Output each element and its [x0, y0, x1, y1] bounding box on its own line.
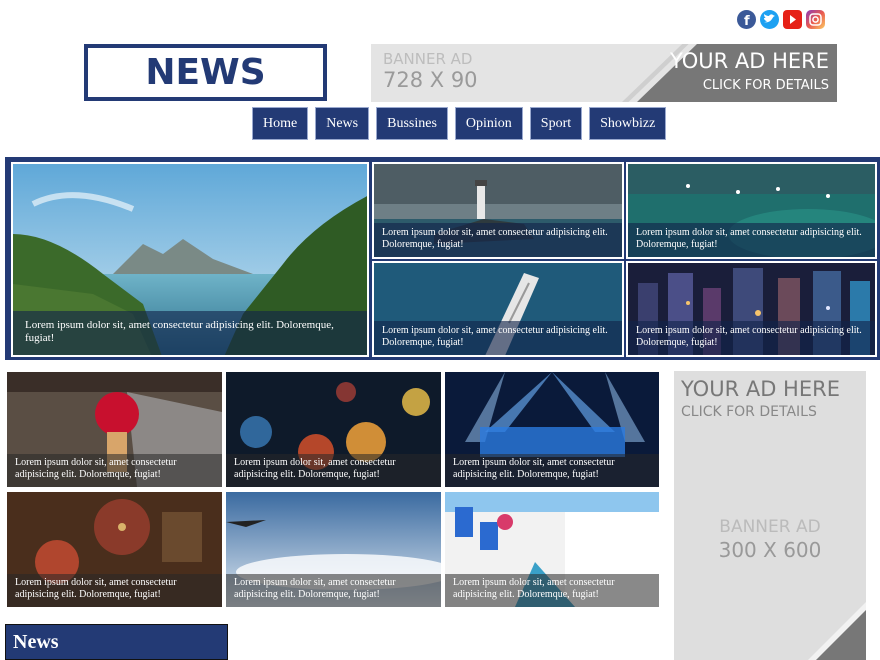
instagram-icon[interactable] — [806, 10, 825, 29]
grid-card-2[interactable]: Lorem ipsum dolor sit, amet consectetur … — [226, 372, 441, 487]
banner-ad-text: YOUR AD HERE — [670, 49, 829, 73]
grid-card-4-caption: Lorem ipsum dolor sit, amet consectetur … — [7, 574, 222, 607]
youtube-icon[interactable] — [783, 10, 802, 29]
grid-card-1-caption: Lorem ipsum dolor sit, amet consectetur … — [7, 454, 222, 487]
hero-story-3-caption: Lorem ipsum dolor sit, amet consectetur … — [374, 321, 622, 355]
grid-card-6[interactable]: Lorem ipsum dolor sit, amet consectetur … — [445, 492, 659, 607]
main-nav: Home News Bussines Opinion Sport Showbiz… — [252, 107, 667, 140]
hero-story-4[interactable]: Lorem ipsum dolor sit, amet consectetur … — [626, 261, 877, 357]
nav-business[interactable]: Bussines — [376, 107, 448, 140]
hero-story-1[interactable]: Lorem ipsum dolor sit, amet consectetur … — [372, 162, 624, 259]
grid-card-5-caption: Lorem ipsum dolor sit, amet consectetur … — [226, 574, 441, 607]
facebook-icon[interactable]: f — [737, 10, 756, 29]
section-title-news: News — [5, 624, 228, 660]
hero-story-4-caption: Lorem ipsum dolor sit, amet consectetur … — [628, 321, 875, 355]
twitter-icon[interactable] — [760, 10, 779, 29]
nav-showbizz[interactable]: Showbizz — [589, 107, 667, 140]
grid-card-3-caption: Lorem ipsum dolor sit, amet consectetur … — [445, 454, 659, 487]
side-ad-label: BANNER AD — [719, 517, 821, 537]
grid-card-3[interactable]: Lorem ipsum dolor sit, amet consectetur … — [445, 372, 659, 487]
grid-card-4[interactable]: Lorem ipsum dolor sit, amet consectetur … — [7, 492, 222, 607]
grid-card-2-caption: Lorem ipsum dolor sit, amet consectetur … — [226, 454, 441, 487]
side-ad-size: 300 X 600 — [718, 538, 822, 562]
side-ad-click: CLICK FOR DETAILS — [681, 404, 817, 420]
site-logo[interactable]: NEWS — [84, 44, 327, 101]
social-links: f — [737, 10, 825, 29]
svg-text:f: f — [744, 14, 750, 29]
hero-story-1-caption: Lorem ipsum dolor sit, amet consectetur … — [374, 223, 622, 257]
side-ad-text: YOUR AD HERE — [681, 377, 840, 401]
hero-story-2-caption: Lorem ipsum dolor sit, amet consectetur … — [628, 223, 875, 257]
side-ad-corner — [816, 610, 866, 660]
grid-card-1[interactable]: Lorem ipsum dolor sit, amet consectetur … — [7, 372, 222, 487]
hero-main-story[interactable]: Lorem ipsum dolor sit, amet consectetur … — [11, 162, 369, 357]
nav-news[interactable]: News — [315, 107, 370, 140]
nav-opinion[interactable]: Opinion — [454, 107, 523, 140]
hero-main-caption: Lorem ipsum dolor sit, amet consectetur … — [13, 311, 367, 355]
hero-story-2[interactable]: Lorem ipsum dolor sit, amet consectetur … — [626, 162, 877, 259]
banner-label: BANNER AD — [383, 50, 473, 68]
banner-ad-top[interactable]: BANNER AD 728 X 90 YOUR AD HERE CLICK FO… — [371, 44, 837, 102]
grid-card-5[interactable]: Lorem ipsum dolor sit, amet consectetur … — [226, 492, 441, 607]
hero-story-3[interactable]: Lorem ipsum dolor sit, amet consectetur … — [372, 261, 624, 357]
grid-card-6-caption: Lorem ipsum dolor sit, amet consectetur … — [445, 574, 659, 607]
hero-grid: Lorem ipsum dolor sit, amet consectetur … — [5, 157, 880, 360]
banner-click-text: CLICK FOR DETAILS — [702, 78, 829, 93]
nav-sport[interactable]: Sport — [529, 107, 583, 140]
banner-ad-side[interactable]: YOUR AD HERE CLICK FOR DETAILS BANNER AD… — [674, 371, 866, 660]
banner-size: 728 X 90 — [383, 68, 478, 92]
nav-home[interactable]: Home — [252, 107, 309, 140]
